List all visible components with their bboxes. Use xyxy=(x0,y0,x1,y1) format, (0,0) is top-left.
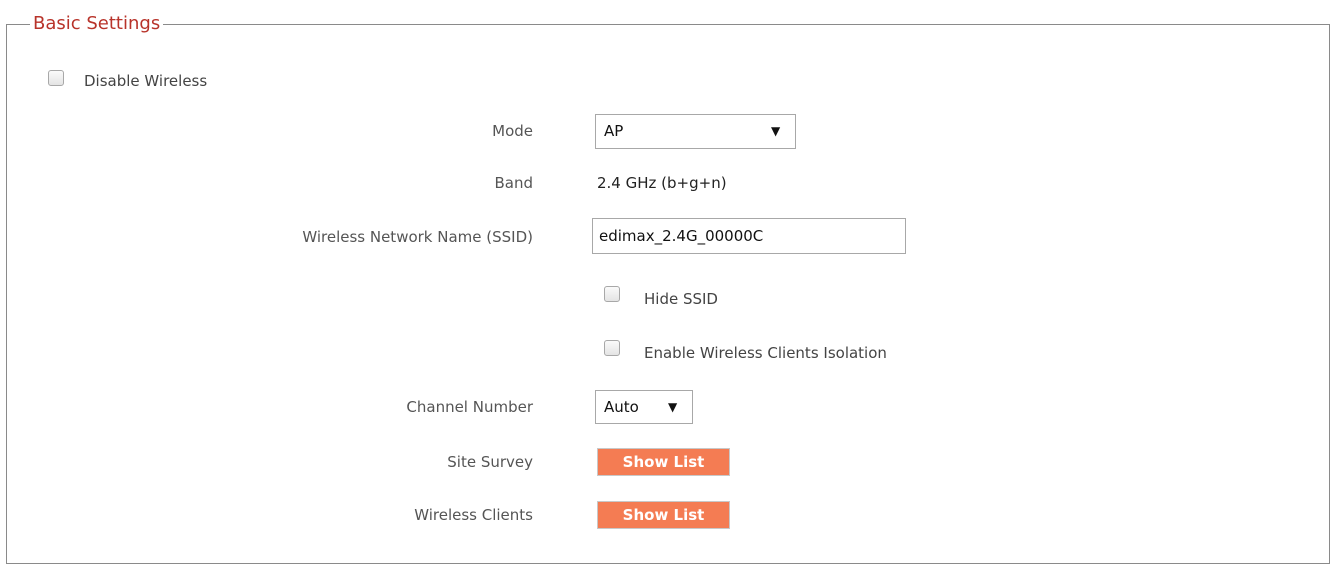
channel-select-value: Auto xyxy=(604,398,639,416)
mode-select[interactable]: AP ▼ xyxy=(595,114,796,149)
ssid-input[interactable] xyxy=(592,218,906,254)
channel-label: Channel Number xyxy=(406,398,533,416)
client-isolation-checkbox[interactable] xyxy=(604,340,620,356)
channel-select[interactable]: Auto ▼ xyxy=(595,390,693,424)
site-survey-show-list-button[interactable]: Show List xyxy=(597,448,730,476)
triangle-down-icon: ▼ xyxy=(668,400,678,414)
band-value: 2.4 GHz (b+g+n) xyxy=(597,174,727,192)
disable-wireless-checkbox[interactable] xyxy=(48,70,64,86)
mode-label: Mode xyxy=(492,122,533,140)
mode-select-value: AP xyxy=(604,122,624,140)
section-title: Basic Settings xyxy=(30,10,164,38)
client-isolation-label: Enable Wireless Clients Isolation xyxy=(644,344,887,362)
ssid-label: Wireless Network Name (SSID) xyxy=(302,228,533,246)
hide-ssid-label: Hide SSID xyxy=(644,290,718,308)
triangle-down-icon: ▼ xyxy=(771,124,781,138)
disable-wireless-label: Disable Wireless xyxy=(84,72,208,90)
wireless-clients-label: Wireless Clients xyxy=(414,506,533,524)
wireless-clients-show-list-button[interactable]: Show List xyxy=(597,501,730,529)
site-survey-label: Site Survey xyxy=(447,453,533,471)
hide-ssid-checkbox[interactable] xyxy=(604,286,620,302)
band-label: Band xyxy=(494,174,533,192)
